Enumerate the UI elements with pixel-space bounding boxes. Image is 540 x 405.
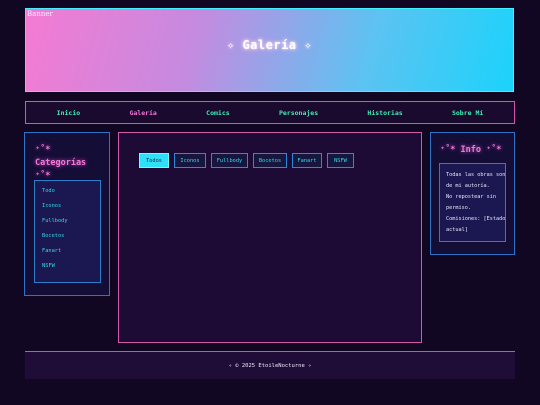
category-link-bocetos[interactable]: Bocetos <box>42 233 64 239</box>
info-line: No repostear sin <box>446 194 496 200</box>
nav-item-inicio[interactable]: Inicio <box>57 109 80 117</box>
main-nav: Inicio Galería Comics Personajes Histori… <box>25 101 515 124</box>
info-box: Todas las obras son de mi autoría. No re… <box>439 163 506 242</box>
info-line: actual] <box>446 227 468 233</box>
banner: Banner ✧ Galería ✧ <box>25 8 514 92</box>
filter-bocetos-button[interactable]: Bocetos <box>253 153 287 168</box>
category-link-iconos[interactable]: Iconos <box>42 203 61 209</box>
filter-fullbody-button[interactable]: Fullbody <box>211 153 248 168</box>
nav-item-historias[interactable]: Historias <box>367 109 402 117</box>
filter-iconos-button[interactable]: Iconos <box>174 153 206 168</box>
info-line: Todas las obras son <box>446 172 506 178</box>
categories-list: Todo Iconos Fullbody Bocetos Fanart NSFW <box>34 180 101 283</box>
filter-nsfw-button[interactable]: NSFW <box>327 153 354 168</box>
nav-item-galeria[interactable]: Galería <box>129 109 156 117</box>
footer-copyright: ✧ © 2025 EtoileNocturne ✧ <box>228 362 312 369</box>
info-line: permiso. <box>446 205 471 211</box>
gallery-panel: Todos Iconos Fullbody Bocetos Fanart NSF… <box>118 132 422 343</box>
category-link-todo[interactable]: Todo <box>42 188 55 194</box>
categories-title: ⁺˚* Categorías ⁺˚* <box>35 145 87 181</box>
filter-todos-button[interactable]: Todos <box>139 153 169 168</box>
banner-image-alt: Banner <box>27 10 53 18</box>
nav-item-comics[interactable]: Comics <box>206 109 229 117</box>
info-sidebar: ⁺˚* Info ⁺˚* Todas las obras son de mi a… <box>430 132 515 255</box>
category-link-fullbody[interactable]: Fullbody <box>42 218 68 224</box>
footer: ✧ © 2025 EtoileNocturne ✧ <box>25 351 515 379</box>
filter-bar: Todos Iconos Fullbody Bocetos Fanart NSF… <box>139 153 354 168</box>
info-title: ⁺˚* Info ⁺˚* <box>440 145 502 155</box>
info-line: Comisiones: [Estado <box>446 216 506 222</box>
nav-item-personajes[interactable]: Personajes <box>279 109 318 117</box>
filter-fanart-button[interactable]: Fanart <box>292 153 322 168</box>
category-link-fanart[interactable]: Fanart <box>42 248 61 254</box>
page-title: ✧ Galería ✧ <box>227 38 312 52</box>
nav-item-sobre-mi[interactable]: Sobre Mí <box>452 109 483 117</box>
info-line: de mi autoría. <box>446 183 490 189</box>
categories-sidebar: ⁺˚* Categorías ⁺˚* Todo Iconos Fullbody … <box>24 132 110 296</box>
category-link-nsfw[interactable]: NSFW <box>42 263 55 269</box>
